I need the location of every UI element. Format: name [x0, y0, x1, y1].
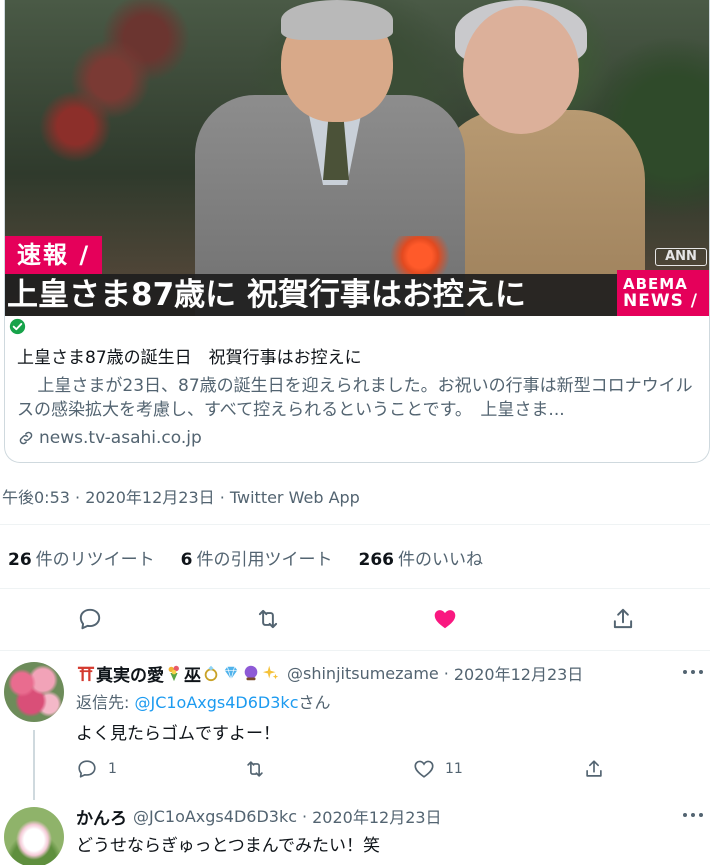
reply-date[interactable]: 2020年12月23日	[312, 804, 441, 828]
reply-icon	[79, 608, 101, 630]
torii-icon	[77, 666, 95, 682]
crystal-ball-icon	[244, 665, 258, 681]
separator-dot: ·	[302, 806, 308, 826]
reply-to-line: 返信先: @JC1oAxgs4D6D3kcさん	[76, 689, 710, 713]
gem-icon	[224, 666, 238, 681]
reply-to-prefix: 返信先:	[76, 693, 135, 712]
reply-text: どうせならぎゅっとつまんでみたい！笑	[76, 836, 380, 856]
like-count: 11	[445, 761, 463, 777]
heart-outline-icon	[414, 760, 434, 778]
reply-text: よく見たらゴムですよー！	[76, 724, 280, 744]
reply-header: かんろ @JC1oAxgs4D6D3kc · 2020年12月23日	[76, 804, 710, 829]
card-description: 上皇さまが23日、87歳の誕生日を迎えられました。お祝いの行事は新型コロナウイル…	[17, 376, 693, 420]
divider	[0, 650, 710, 651]
display-name[interactable]: 真実の愛	[96, 661, 164, 686]
tweet-action-bar	[0, 604, 710, 634]
sparkles-icon	[262, 665, 279, 680]
heart-filled-icon	[434, 610, 456, 629]
ann-logo: ANN	[655, 248, 707, 266]
breaking-news-banner: 速報 /	[5, 236, 103, 274]
display-name[interactable]: かんろ	[76, 804, 127, 829]
handle[interactable]: @JC1oAxgs4D6D3kc	[133, 807, 297, 826]
ring-icon	[204, 665, 218, 682]
handle[interactable]: @shinjitsumezame	[287, 664, 439, 683]
likes-count: 266	[358, 550, 395, 570]
share-icon	[586, 760, 602, 777]
card-image[interactable]: ANN 速報 / 上皇さま87歳に 祝賀行事はお控えに ABEMA NEWS /	[5, 0, 709, 316]
person-left-hair	[281, 0, 393, 40]
divider	[0, 588, 710, 589]
headline-banner: 上皇さま87歳に 祝賀行事はお控えに	[5, 274, 617, 316]
avatar[interactable]	[4, 807, 64, 865]
link-card[interactable]: ANN 速報 / 上皇さま87歳に 祝賀行事はお控えに ABEMA NEWS /…	[4, 0, 710, 463]
quotes-count: 6	[180, 550, 193, 570]
divider	[0, 524, 710, 525]
retweets-label: 件のリツイート	[35, 550, 155, 570]
reply-action-bar: 1 11	[76, 758, 636, 780]
bouquet-icon	[168, 665, 179, 682]
likes-stat[interactable]: 266 件のいいね	[359, 545, 484, 570]
reply-button[interactable]: 1	[76, 758, 117, 780]
thread-connector	[33, 730, 35, 800]
avatar[interactable]	[4, 662, 64, 722]
card-domain[interactable]: news.tv-asahi.co.jp	[17, 428, 697, 448]
retweets-count: 26	[8, 550, 32, 570]
share-icon	[613, 608, 633, 629]
reply-date[interactable]: 2020年12月23日	[454, 661, 583, 685]
link-icon	[19, 431, 33, 445]
card-domain-text: news.tv-asahi.co.jp	[39, 428, 202, 448]
reply-header: 真実の愛 巫 @shinjitsumezame · 2020年12月23日	[76, 661, 710, 686]
card-text: 上皇さま87歳の誕生日 祝賀行事はお控えに 上皇さまが23日、87歳の誕生日を迎…	[5, 316, 709, 448]
retweet-button[interactable]	[244, 758, 266, 780]
person-right-face	[463, 6, 579, 134]
likes-label: 件のいいね	[398, 550, 484, 570]
more-options-icon[interactable]	[682, 811, 704, 819]
retweet-icon	[247, 761, 263, 777]
reply-count: 1	[108, 761, 117, 777]
engagement-stats: 26 件のリツイート 6 件の引用ツイート 266 件のいいね	[8, 545, 483, 570]
quotes-label: 件の引用ツイート	[196, 550, 333, 570]
share-button[interactable]	[608, 604, 638, 634]
retweet-button[interactable]	[253, 604, 283, 634]
flower	[385, 236, 455, 276]
more-options-icon[interactable]	[682, 668, 704, 676]
abema-logo-line2: NEWS /	[623, 291, 698, 311]
separator-dot: ·	[443, 663, 449, 683]
like-button[interactable]: 11	[413, 758, 463, 780]
retweet-icon	[258, 609, 278, 629]
quotes-stat[interactable]: 6 件の引用ツイート	[181, 545, 333, 570]
reply-to-suffix: さん	[298, 693, 331, 712]
reply-button[interactable]	[75, 604, 105, 634]
abema-news-logo: ABEMA NEWS /	[617, 270, 709, 316]
retweets-stat[interactable]: 26 件のリツイート	[8, 545, 155, 570]
reply-to-mention[interactable]: @JC1oAxgs4D6D3kc	[134, 693, 298, 712]
tweet-timestamp[interactable]: 午後0:53 · 2020年12月23日 · Twitter Web App	[2, 484, 360, 508]
display-name-suffix[interactable]: 巫	[184, 661, 201, 686]
like-button[interactable]	[430, 604, 460, 634]
share-button[interactable]	[583, 758, 605, 780]
reply-icon	[78, 760, 96, 778]
card-title: 上皇さま87歳の誕生日 祝賀行事はお控えに	[17, 348, 362, 368]
